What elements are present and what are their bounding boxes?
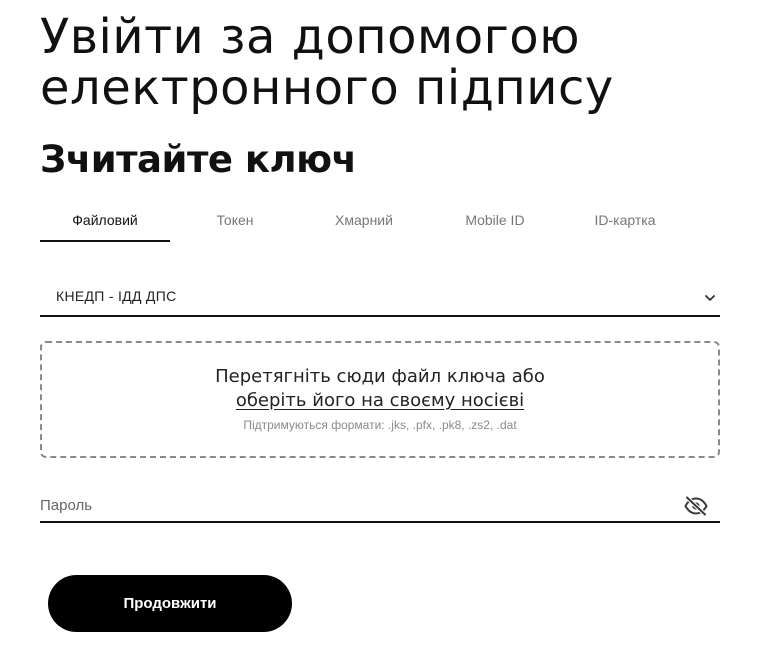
key-type-tabs: Файловий Токен Хмарний Mobile ID ID-карт… (40, 205, 720, 243)
dropzone-instruction: Перетягніть сюди файл ключа або (215, 366, 545, 387)
section-subtitle: Зчитайте ключ (40, 138, 357, 181)
key-file-dropzone[interactable]: Перетягніть сюди файл ключа або оберіть … (40, 341, 720, 458)
tab-token[interactable]: Токен (195, 205, 275, 243)
page-title-line-1: Увійти за допомогою (40, 9, 581, 65)
provider-select[interactable]: КНЕДП - ІДД ДПС (40, 283, 720, 317)
supported-formats-text: Підтримуються формати: .jks, .pfx, .pk8,… (243, 418, 517, 432)
page-title-line-2: електронного підпису (40, 60, 614, 116)
continue-button[interactable]: Продовжити (48, 575, 292, 632)
provider-select-value: КНЕДП - ІДД ДПС (56, 288, 177, 304)
password-input[interactable] (40, 490, 670, 520)
eye-off-icon[interactable] (684, 496, 708, 516)
page-title: Увійти за допомогою електронного підпису (40, 12, 740, 114)
tab-id-card[interactable]: ID-картка (580, 205, 670, 243)
tab-cloud[interactable]: Хмарний (319, 205, 409, 243)
tab-file[interactable]: Файловий (40, 205, 170, 243)
active-tab-indicator (40, 240, 170, 242)
choose-file-link[interactable]: оберіть його на своєму носієві (236, 390, 524, 411)
password-field (40, 490, 720, 523)
chevron-down-icon (705, 295, 715, 301)
signature-login-page: Увійти за допомогою електронного підпису… (0, 0, 767, 668)
tab-mobile-id[interactable]: Mobile ID (450, 205, 540, 243)
